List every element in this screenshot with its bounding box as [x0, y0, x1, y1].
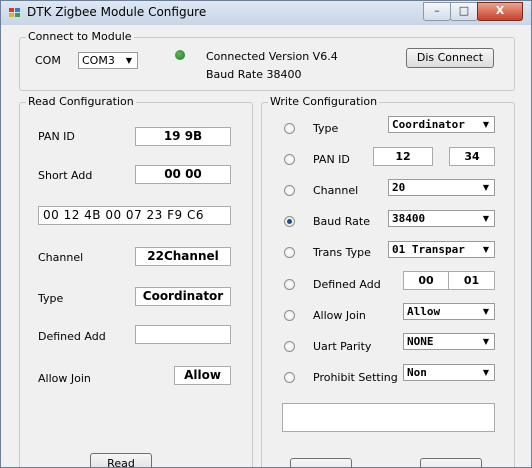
chevron-down-icon: ▼	[480, 243, 492, 256]
chevron-down-icon: ▼	[125, 56, 133, 65]
connection-status-led	[175, 50, 185, 60]
write-baud-rate-select[interactable]: 38400 ▼	[388, 210, 495, 227]
write-baud-rate-value: 38400	[392, 212, 426, 225]
radio-channel[interactable]	[284, 185, 295, 196]
read-config-group: Read Configuration PAN ID 19 9B Short Ad…	[19, 95, 253, 467]
chevron-down-icon: ▼	[482, 337, 490, 346]
write-channel-select[interactable]: 20 ▼	[388, 179, 495, 196]
read-channel-field[interactable]: 22Channel	[135, 247, 231, 266]
read-defined-add-field[interactable]	[135, 325, 231, 344]
radio-baud-rate[interactable]	[284, 216, 295, 227]
write-uart-parity-label: Uart Parity	[313, 340, 372, 353]
write-pan-id-high-field[interactable]: 12	[373, 147, 433, 166]
chevron-down-icon: ▼	[482, 368, 490, 377]
write-config-group: Write Configuration Type Coordinator ▼ P…	[261, 95, 515, 467]
close-button[interactable]: X	[477, 2, 523, 21]
radio-prohibit-setting[interactable]	[284, 372, 295, 383]
write-uart-parity-value: NONE	[407, 335, 434, 348]
read-type-field[interactable]: Coordinator	[135, 287, 231, 306]
close-icon: X	[495, 4, 505, 17]
read-pan-id-field[interactable]: 19 9B	[135, 127, 231, 146]
minimize-button[interactable]: –	[423, 2, 451, 21]
write-pan-id-label: PAN ID	[313, 153, 350, 166]
write-allow-join-label: Allow Join	[313, 309, 366, 322]
write-pan-id-low-field[interactable]: 34	[449, 147, 495, 166]
chevron-down-icon: ▼	[482, 307, 490, 316]
radio-type[interactable]	[284, 123, 295, 134]
radio-allow-join[interactable]	[284, 310, 295, 321]
chevron-down-icon: ▼	[482, 120, 490, 129]
write-trans-type-label: Trans Type	[313, 246, 371, 259]
read-type-label: Type	[38, 292, 64, 305]
write-baud-rate-label: Baud Rate	[313, 215, 370, 228]
chevron-down-icon: ▼	[482, 214, 490, 223]
write-trans-type-select[interactable]: 01 Transpar ▼	[388, 241, 495, 258]
write-type-label: Type	[313, 122, 339, 135]
com-label: COM	[35, 54, 61, 67]
maximize-button[interactable]: □	[450, 2, 478, 21]
write-status-box	[282, 403, 495, 432]
minimize-icon: –	[434, 4, 440, 17]
write-button[interactable]	[290, 458, 352, 467]
read-button[interactable]: Read	[90, 453, 152, 467]
read-allow-join-label: Allow Join	[38, 372, 91, 385]
connected-version-text: Connected Version V6.4	[206, 50, 338, 63]
chevron-down-icon: ▼	[482, 183, 490, 192]
write-defined-add-label: Defined Add	[313, 278, 381, 291]
write-uart-parity-select[interactable]: NONE ▼	[403, 333, 495, 350]
read-pan-id-label: PAN ID	[38, 130, 75, 143]
write-channel-value: 20	[392, 181, 406, 194]
write-type-value: Coordinator	[392, 118, 465, 131]
title-bar: DTK Zigbee Module Configure – □ X	[1, 1, 531, 25]
write-defined-add-low-field[interactable]: 01	[449, 271, 495, 290]
read-defined-add-label: Defined Add	[38, 330, 106, 343]
radio-uart-parity[interactable]	[284, 341, 295, 352]
app-icon	[9, 8, 20, 18]
read-mac-address-field[interactable]: 00 12 4B 00 07 23 F9 C6	[38, 206, 231, 225]
disconnect-button[interactable]: Dis Connect	[406, 48, 494, 68]
window-title: DTK Zigbee Module Configure	[27, 5, 207, 19]
read-config-legend: Read Configuration	[26, 95, 136, 108]
write-type-select[interactable]: Coordinator ▼	[388, 116, 495, 133]
read-channel-label: Channel	[38, 251, 84, 264]
com-port-select[interactable]: COM3 ▼	[78, 52, 138, 69]
baud-rate-text: Baud Rate 38400	[206, 68, 302, 81]
radio-pan-id[interactable]	[284, 154, 295, 165]
radio-trans-type[interactable]	[284, 247, 295, 258]
write-trans-type-value: 01 Transpar	[392, 243, 465, 256]
maximize-icon: □	[458, 4, 470, 17]
write-allow-join-value: Allow	[407, 305, 441, 318]
exit-button[interactable]	[420, 458, 482, 467]
write-prohibit-setting-label: Prohibit Setting	[313, 371, 398, 384]
read-allow-join-field[interactable]: Allow	[174, 366, 231, 385]
connect-group-legend: Connect to Module	[26, 30, 134, 43]
write-defined-add-high-field[interactable]: 00	[403, 271, 449, 290]
write-allow-join-select[interactable]: Allow ▼	[403, 303, 495, 320]
app-window: DTK Zigbee Module Configure – □ X Connec…	[0, 0, 532, 468]
write-prohibit-setting-select[interactable]: Non ▼	[403, 364, 495, 381]
write-channel-label: Channel	[313, 184, 359, 197]
connect-group: Connect to Module COM COM3 ▼ Connected V…	[19, 30, 515, 91]
read-short-add-label: Short Add	[38, 169, 93, 182]
client-area: Connect to Module COM COM3 ▼ Connected V…	[9, 27, 526, 467]
read-short-add-field[interactable]: 00 00	[135, 165, 231, 184]
com-port-value: COM3	[82, 54, 115, 67]
write-prohibit-setting-value: Non	[407, 366, 427, 379]
radio-defined-add[interactable]	[284, 279, 295, 290]
write-config-legend: Write Configuration	[268, 95, 380, 108]
